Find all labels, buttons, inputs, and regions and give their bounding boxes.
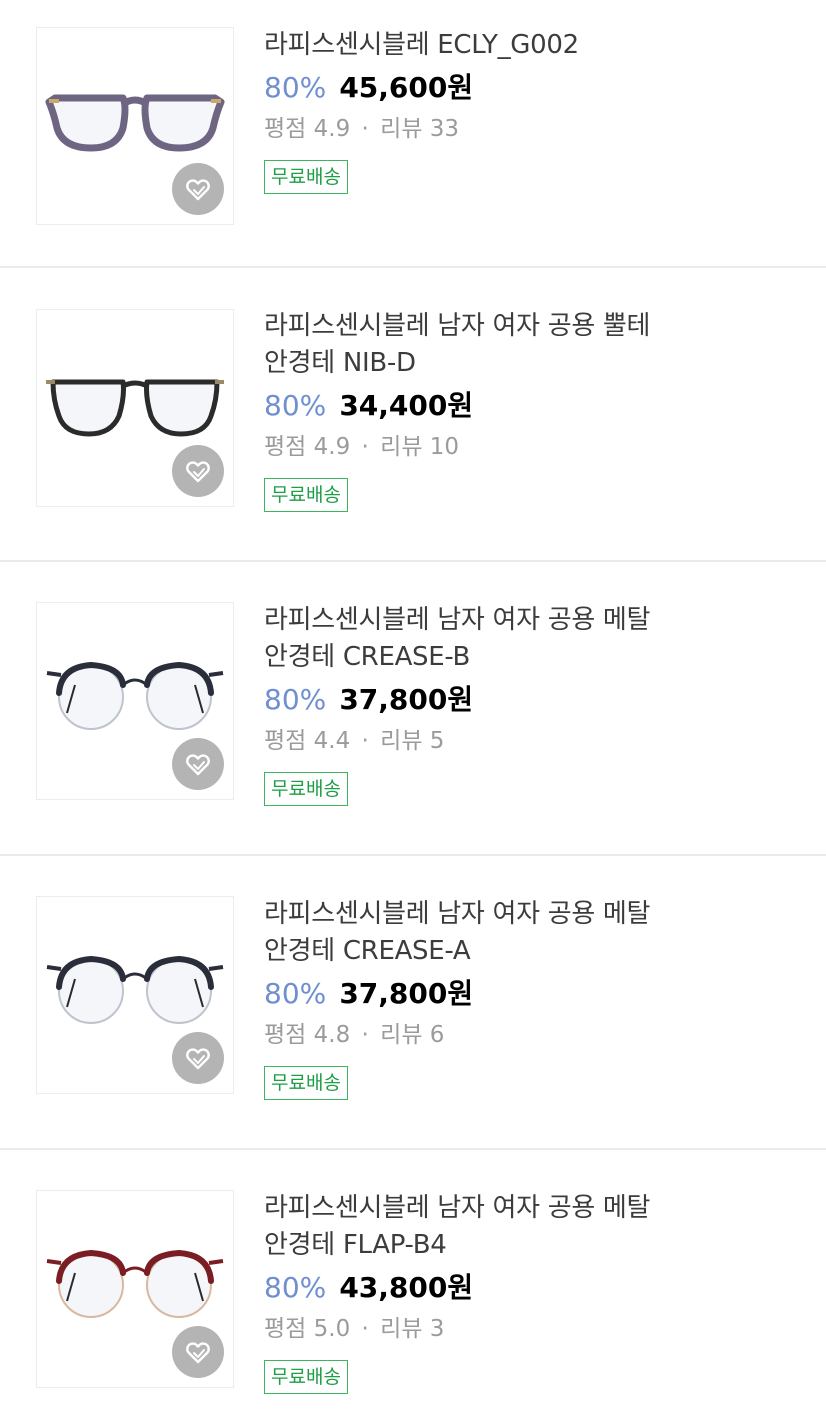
rating-row: 평점 4.8 · 리뷰 6 <box>264 1020 734 1050</box>
free-shipping-badge: 무료배송 <box>264 772 348 806</box>
review-label: 리뷰 <box>380 116 423 142</box>
review-label: 리뷰 <box>380 728 423 754</box>
price-row: 80% 34,400원 <box>264 388 734 424</box>
discount-rate: 80% <box>264 71 327 104</box>
review-count: 10 <box>429 434 460 460</box>
separator-dot: · <box>361 116 369 142</box>
product-title-line: 라피스센시블레 남자 여자 공용 메탈 <box>264 899 651 929</box>
rating-label: 평점 <box>264 1316 307 1342</box>
eyeglasses-image <box>46 955 224 1024</box>
heart-outline-icon <box>186 461 210 483</box>
rating-row: 평점 4.9 · 리뷰 33 <box>264 114 734 144</box>
separator-dot: · <box>361 1316 369 1342</box>
discount-rate: 80% <box>264 683 327 716</box>
separator-dot: · <box>361 434 369 460</box>
product-item[interactable]: 라피스센시블레 남자 여자 공용 메탈 안경테 CREASE-A 80% 37,… <box>0 856 826 1124</box>
product-item[interactable]: 라피스센시블레 남자 여자 공용 메탈 안경테 CREASE-B 80% 37,… <box>0 562 826 830</box>
review-count: 5 <box>429 728 445 754</box>
separator-dot: · <box>361 1022 369 1048</box>
sale-price: 37,800원 <box>339 683 474 716</box>
rating-label: 평점 <box>264 116 307 142</box>
review-count: 33 <box>429 116 460 142</box>
rating-value: 4.8 <box>313 1022 351 1048</box>
rating-value: 4.4 <box>313 728 351 754</box>
discount-rate: 80% <box>264 1271 327 1304</box>
product-title-line: 라피스센시블레 남자 여자 공용 메탈 <box>264 605 651 635</box>
eyeglasses-image <box>46 661 224 730</box>
heart-outline-icon <box>186 754 210 776</box>
heart-outline-icon <box>186 1342 210 1364</box>
like-button[interactable] <box>172 445 224 497</box>
rating-row: 평점 4.4 · 리뷰 5 <box>264 726 734 756</box>
product-thumbnail[interactable] <box>36 27 234 225</box>
like-button[interactable] <box>172 1032 224 1084</box>
product-thumbnail[interactable] <box>36 896 234 1094</box>
free-shipping-badge: 무료배송 <box>264 478 348 512</box>
product-info: 라피스센시블레 남자 여자 공용 메탈 안경테 CREASE-B 80% 37,… <box>264 602 734 806</box>
like-button[interactable] <box>172 163 224 215</box>
sale-price: 43,800원 <box>339 1271 474 1304</box>
rating-value: 4.9 <box>313 116 351 142</box>
review-count: 3 <box>429 1316 445 1342</box>
product-title[interactable]: 라피스센시블레 남자 여자 공용 메탈 안경테 CREASE-A <box>264 896 734 970</box>
product-thumbnail[interactable] <box>36 309 234 507</box>
sale-price: 34,400원 <box>339 389 474 422</box>
eyeglasses-image <box>45 94 225 152</box>
rating-label: 평점 <box>264 728 307 754</box>
product-title[interactable]: 라피스센시블레 ECLY_G002 <box>264 27 734 64</box>
heart-outline-icon <box>186 1048 210 1070</box>
review-label: 리뷰 <box>380 1022 423 1048</box>
like-button[interactable] <box>172 1326 224 1378</box>
product-title-line: 안경테 NIB-D <box>264 348 416 378</box>
rating-row: 평점 4.9 · 리뷰 10 <box>264 432 734 462</box>
rating-value: 5.0 <box>313 1316 351 1342</box>
product-title[interactable]: 라피스센시블레 남자 여자 공용 메탈 안경테 FLAP-B4 <box>264 1190 734 1264</box>
price-row: 80% 45,600원 <box>264 70 734 106</box>
product-thumbnail[interactable] <box>36 602 234 800</box>
product-title-line: 안경테 FLAP-B4 <box>264 1230 447 1260</box>
separator-dot: · <box>361 728 369 754</box>
discount-rate: 80% <box>264 389 327 422</box>
rating-label: 평점 <box>264 1022 307 1048</box>
free-shipping-badge: 무료배송 <box>264 160 348 194</box>
price-row: 80% 37,800원 <box>264 976 734 1012</box>
product-thumbnail[interactable] <box>36 1190 234 1388</box>
review-count: 6 <box>429 1022 445 1048</box>
product-title-line: 라피스센시블레 ECLY_G002 <box>264 30 579 60</box>
like-button[interactable] <box>172 738 224 790</box>
product-title-line: 안경테 CREASE-B <box>264 642 471 672</box>
eyeglasses-image <box>46 379 224 437</box>
review-label: 리뷰 <box>380 1316 423 1342</box>
free-shipping-badge: 무료배송 <box>264 1066 348 1100</box>
product-item[interactable]: 라피스센시블레 남자 여자 공용 뿔테 안경테 NIB-D 80% 34,400… <box>0 268 826 536</box>
product-info: 라피스센시블레 남자 여자 공용 메탈 안경테 CREASE-A 80% 37,… <box>264 896 734 1100</box>
rating-value: 4.9 <box>313 434 351 460</box>
price-row: 80% 43,800원 <box>264 1270 734 1306</box>
rating-row: 평점 5.0 · 리뷰 3 <box>264 1314 734 1344</box>
product-title[interactable]: 라피스센시블레 남자 여자 공용 메탈 안경테 CREASE-B <box>264 602 734 676</box>
eyeglasses-image <box>46 1249 224 1318</box>
sale-price: 45,600원 <box>339 71 474 104</box>
product-title-line: 안경테 CREASE-A <box>264 936 471 966</box>
sale-price: 37,800원 <box>339 977 474 1010</box>
product-title-line: 라피스센시블레 남자 여자 공용 뿔테 <box>264 311 651 341</box>
product-item[interactable]: 라피스센시블레 ECLY_G002 80% 45,600원 평점 4.9 · 리… <box>0 0 826 268</box>
heart-outline-icon <box>186 179 210 201</box>
product-item[interactable]: 라피스센시블레 남자 여자 공용 메탈 안경테 FLAP-B4 80% 43,8… <box>0 1150 826 1418</box>
product-title-line: 라피스센시블레 남자 여자 공용 메탈 <box>264 1193 651 1223</box>
product-info: 라피스센시블레 남자 여자 공용 메탈 안경테 FLAP-B4 80% 43,8… <box>264 1190 734 1394</box>
product-info: 라피스센시블레 ECLY_G002 80% 45,600원 평점 4.9 · 리… <box>264 27 734 194</box>
product-title[interactable]: 라피스센시블레 남자 여자 공용 뿔테 안경테 NIB-D <box>264 308 734 382</box>
free-shipping-badge: 무료배송 <box>264 1360 348 1394</box>
rating-label: 평점 <box>264 434 307 460</box>
price-row: 80% 37,800원 <box>264 682 734 718</box>
product-info: 라피스센시블레 남자 여자 공용 뿔테 안경테 NIB-D 80% 34,400… <box>264 308 734 512</box>
review-label: 리뷰 <box>380 434 423 460</box>
discount-rate: 80% <box>264 977 327 1010</box>
